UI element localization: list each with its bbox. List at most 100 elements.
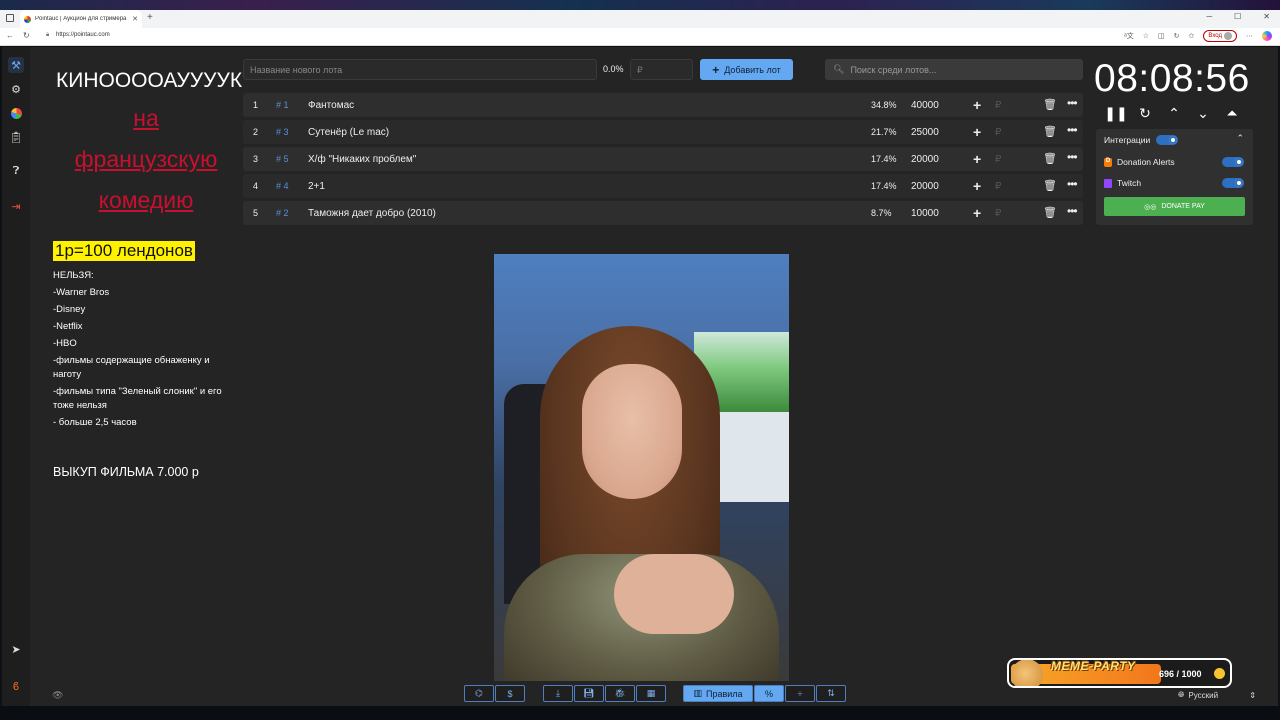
lot-name[interactable]: Сутенёр (Le mac) bbox=[308, 127, 389, 138]
lot-amount[interactable]: 10000 bbox=[911, 208, 939, 219]
lot-name[interactable]: 2+1 bbox=[308, 181, 325, 192]
integrations-panel: Интеграции ⌃ D Donation Alerts Twitch ◎◎… bbox=[1096, 129, 1253, 225]
signin-button[interactable]: Вход bbox=[1203, 30, 1237, 42]
url-field[interactable]: https://pointauc.com bbox=[56, 32, 110, 38]
rules-subtitle-line1: на bbox=[133, 105, 159, 131]
favorite-star-icon[interactable]: ☆ bbox=[1143, 32, 1149, 40]
download-icon[interactable]: ⤓ bbox=[543, 685, 573, 702]
percent-icon: % bbox=[764, 688, 773, 699]
minimize-icon[interactable]: ─ bbox=[1206, 12, 1212, 21]
maximize-icon[interactable]: ☐ bbox=[1234, 12, 1241, 21]
tab-actions-icon[interactable] bbox=[6, 14, 14, 22]
more-menu-icon[interactable]: ⋯ bbox=[1246, 32, 1253, 40]
amount-input[interactable]: ₽ bbox=[630, 59, 693, 80]
save-icon[interactable]: 💾︎ bbox=[574, 685, 604, 702]
lot-id: # 3 bbox=[276, 127, 289, 137]
avatar-icon bbox=[1224, 32, 1232, 40]
rule-item: -фильмы содержащие обнаженку и наготу bbox=[53, 355, 210, 380]
clear-icon[interactable]: ▦ bbox=[636, 685, 666, 702]
pause-icon[interactable]: ❚❚ bbox=[1104, 105, 1127, 121]
lock-icon[interactable]: 🔒︎ bbox=[46, 32, 49, 39]
close-window-icon[interactable]: ✕ bbox=[1263, 12, 1270, 21]
language-select[interactable]: 🌐︎ Русский ⇕ bbox=[1174, 687, 1260, 703]
lot-id: # 1 bbox=[276, 100, 289, 110]
reset-icon[interactable]: ↻ bbox=[1137, 105, 1153, 121]
translate-icon[interactable]: ᵃ文 bbox=[1124, 31, 1134, 41]
visibility-eye-icon[interactable]: 👁︎ bbox=[52, 690, 63, 701]
donatepay-button[interactable]: ◎◎ DONATE PAY bbox=[1104, 197, 1245, 216]
github-icon[interactable]: ⌬ bbox=[464, 685, 494, 702]
divide-icon[interactable]: ÷ bbox=[785, 685, 815, 702]
collapse-chevron-icon[interactable]: ⌃ bbox=[1236, 133, 1244, 144]
add-amount-icon[interactable]: + bbox=[973, 178, 981, 194]
wheel-pie-icon[interactable] bbox=[8, 105, 24, 121]
browser-tab[interactable]: Pointauc | Аукцион для стримера ✕ bbox=[20, 10, 142, 28]
close-tab-icon[interactable]: ✕ bbox=[132, 15, 138, 23]
rules-button[interactable]: ▥ Правила bbox=[683, 685, 753, 702]
lot-percent: 17.4% bbox=[871, 154, 897, 164]
delete-icon[interactable]: 🗑︎ bbox=[1043, 152, 1057, 165]
double-chevron-up-icon[interactable]: ⏶ bbox=[1224, 105, 1240, 121]
settings-gear-icon[interactable]: ⚙ bbox=[8, 81, 24, 97]
chevron-down-icon[interactable]: ⌄ bbox=[1195, 105, 1211, 121]
copilot-icon[interactable] bbox=[1262, 31, 1272, 41]
coin-icon bbox=[1214, 668, 1225, 679]
delete-icon[interactable]: 🗑︎ bbox=[1043, 206, 1057, 219]
telegram-icon[interactable]: ➤ bbox=[8, 641, 24, 657]
more-icon[interactable]: ••• bbox=[1067, 204, 1078, 218]
rules-subtitle-line3: комедию bbox=[98, 187, 194, 213]
delete-icon[interactable]: 🗑︎ bbox=[1043, 98, 1057, 111]
lot-name[interactable]: Фантомас bbox=[308, 100, 354, 111]
lot-search-input[interactable]: 🔍︎ Поиск среди лотов... bbox=[825, 59, 1083, 80]
bug-icon[interactable]: 🐞︎ bbox=[605, 685, 635, 702]
boosty-icon[interactable]: ϐ bbox=[8, 679, 24, 695]
add-amount-icon[interactable]: + bbox=[973, 97, 981, 113]
lot-row[interactable]: 1 # 1 Фантомас 34.8% 40000 + ₽ 🗑︎ ••• bbox=[243, 93, 1083, 117]
auction-gavel-icon[interactable]: ⚒ bbox=[8, 57, 24, 73]
lot-name[interactable]: Таможня дает добро (2010) bbox=[308, 208, 436, 219]
donation-alerts-toggle[interactable] bbox=[1222, 157, 1244, 167]
back-icon[interactable]: ← bbox=[6, 31, 14, 40]
add-lot-button[interactable]: + Добавить лот bbox=[700, 59, 793, 80]
ruble-icon: ₽ bbox=[995, 127, 1002, 138]
integrations-toggle[interactable] bbox=[1156, 135, 1178, 145]
updown-chevron-icon: ⇕ bbox=[1249, 690, 1256, 700]
donatepay-logo-icon: ◎◎ bbox=[1144, 203, 1157, 211]
new-tab-icon[interactable]: + bbox=[147, 12, 153, 23]
help-icon[interactable]: ❓︎ bbox=[8, 163, 24, 179]
favorites-icon[interactable]: ✩ bbox=[1189, 32, 1195, 40]
refresh-extension-icon[interactable]: ↻ bbox=[1174, 32, 1180, 40]
add-amount-icon[interactable]: + bbox=[973, 124, 981, 140]
split-screen-icon[interactable]: ◫ bbox=[1158, 32, 1165, 40]
more-icon[interactable]: ••• bbox=[1067, 150, 1078, 164]
percent-toggle-button[interactable]: % bbox=[754, 685, 784, 702]
delete-icon[interactable]: 🗑︎ bbox=[1043, 179, 1057, 192]
lot-amount[interactable]: 20000 bbox=[911, 181, 939, 192]
lot-row[interactable]: 5 # 2 Таможня дает добро (2010) 8.7% 100… bbox=[243, 201, 1083, 225]
history-clipboard-icon[interactable]: 📋︎ bbox=[8, 129, 24, 145]
reload-icon[interactable]: ↻ bbox=[23, 31, 30, 40]
donate-dollar-icon[interactable]: $ bbox=[495, 685, 525, 702]
more-icon[interactable]: ••• bbox=[1067, 177, 1078, 191]
lot-amount[interactable]: 25000 bbox=[911, 127, 939, 138]
lot-row[interactable]: 4 # 4 2+1 17.4% 20000 + ₽ 🗑︎ ••• bbox=[243, 174, 1083, 198]
more-icon[interactable]: ••• bbox=[1067, 96, 1078, 110]
pointauc-app: ⚒ ⚙ 📋︎ ❓︎ ⇥ ➤ ϐ КИНООООАУУУУК на француз… bbox=[2, 47, 1278, 706]
add-amount-icon[interactable]: + bbox=[973, 151, 981, 167]
lot-row[interactable]: 3 # 5 Х/ф "Никаких проблем" 17.4% 20000 … bbox=[243, 147, 1083, 171]
lot-name[interactable]: Х/ф "Никаких проблем" bbox=[308, 154, 416, 165]
more-icon[interactable]: ••• bbox=[1067, 123, 1078, 137]
sort-icon[interactable]: ⇅ bbox=[816, 685, 846, 702]
book-icon: ▥ bbox=[693, 688, 702, 698]
lot-amount[interactable]: 20000 bbox=[911, 154, 939, 165]
meme-party-widget: MEME-PARTY 696 / 1000 bbox=[1007, 658, 1232, 688]
add-amount-icon[interactable]: + bbox=[973, 205, 981, 221]
twitch-toggle[interactable] bbox=[1222, 178, 1244, 188]
auction-timer: 08:08:56 bbox=[1094, 57, 1250, 100]
logout-icon[interactable]: ⇥ bbox=[8, 198, 24, 214]
delete-icon[interactable]: 🗑︎ bbox=[1043, 125, 1057, 138]
new-lot-input[interactable]: Название нового лота bbox=[243, 59, 597, 80]
lot-row[interactable]: 2 # 3 Сутенёр (Le mac) 21.7% 25000 + ₽ 🗑… bbox=[243, 120, 1083, 144]
lot-amount[interactable]: 40000 bbox=[911, 100, 939, 111]
chevron-up-icon[interactable]: ⌃ bbox=[1166, 105, 1182, 121]
